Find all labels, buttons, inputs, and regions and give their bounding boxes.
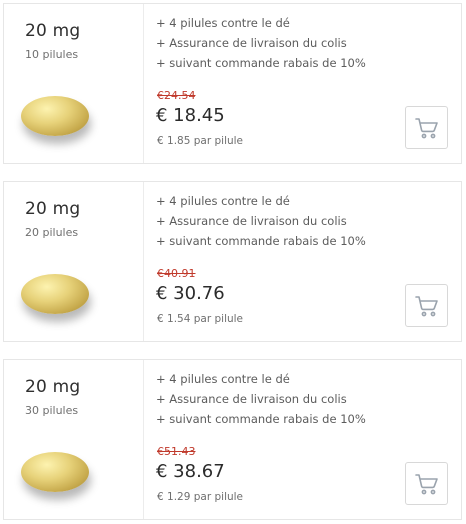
feature-item: + Assurance de livraison du colis <box>156 392 347 406</box>
feature-item: + 4 pilules contre le dé <box>156 194 290 208</box>
product-card: 20 mg 10 pilules + 4 pilules contre le d… <box>3 3 462 164</box>
add-to-cart-button[interactable] <box>405 462 448 505</box>
divider <box>143 360 144 519</box>
price: € 38.67 <box>156 461 225 482</box>
quantity-label: 10 pilules <box>25 48 79 61</box>
old-price: €24.54 <box>157 89 196 102</box>
dose-label: 20 mg <box>25 377 81 397</box>
shopping-cart-icon <box>414 473 438 494</box>
dose-label: 20 mg <box>25 21 81 41</box>
feature-item: + suivant commande rabais de 10% <box>156 234 366 248</box>
feature-item: + Assurance de livraison du colis <box>156 36 347 50</box>
pill-image <box>21 452 89 492</box>
price-per-pill: € 1.54 par pilule <box>157 313 244 325</box>
shopping-cart-icon <box>414 117 438 138</box>
feature-list: + 4 pilules contre le dé + Assurance de … <box>156 369 366 429</box>
pill-image <box>21 96 89 136</box>
feature-list: + 4 pilules contre le dé + Assurance de … <box>156 191 366 251</box>
quantity-label: 30 pilules <box>25 404 79 417</box>
old-price: €40.91 <box>157 267 196 280</box>
feature-list: + 4 pilules contre le dé + Assurance de … <box>156 13 366 73</box>
price: € 18.45 <box>156 105 225 126</box>
add-to-cart-button[interactable] <box>405 284 448 327</box>
pill-image <box>21 274 89 314</box>
product-card: 20 mg 30 pilules + 4 pilules contre le d… <box>3 359 462 520</box>
feature-item: + 4 pilules contre le dé <box>156 16 290 30</box>
divider <box>143 182 144 341</box>
price-per-pill: € 1.29 par pilule <box>157 491 244 503</box>
feature-item: + 4 pilules contre le dé <box>156 372 290 386</box>
feature-item: + suivant commande rabais de 10% <box>156 56 366 70</box>
feature-item: + Assurance de livraison du colis <box>156 214 347 228</box>
quantity-label: 20 pilules <box>25 226 79 239</box>
dose-label: 20 mg <box>25 199 81 219</box>
divider <box>143 4 144 163</box>
feature-item: + suivant commande rabais de 10% <box>156 412 366 426</box>
product-card: 20 mg 20 pilules + 4 pilules contre le d… <box>3 181 462 342</box>
price: € 30.76 <box>156 283 225 304</box>
price-per-pill: € 1.85 par pilule <box>157 135 244 147</box>
shopping-cart-icon <box>414 295 438 316</box>
add-to-cart-button[interactable] <box>405 106 448 149</box>
old-price: €51.43 <box>157 445 196 458</box>
